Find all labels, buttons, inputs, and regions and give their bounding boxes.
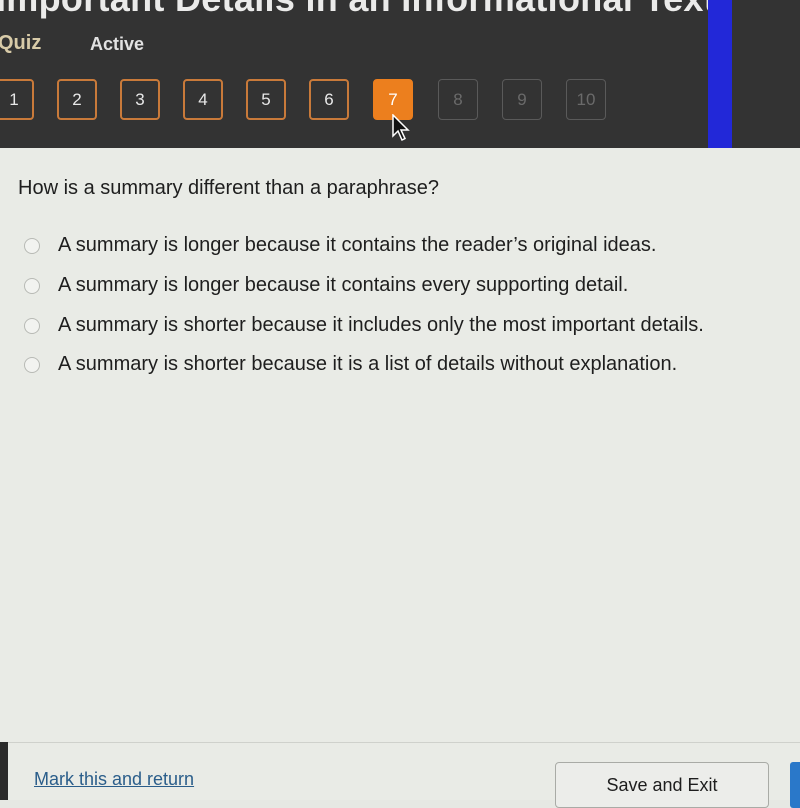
question-number: 7 — [388, 89, 398, 109]
question-nav-8: 8 — [438, 79, 478, 120]
radio-button[interactable] — [24, 237, 40, 254]
window-edge-strip — [708, 0, 732, 148]
question-number: 8 — [453, 89, 463, 109]
radio-button[interactable] — [24, 356, 40, 373]
mark-and-return-link[interactable]: Mark this and return — [34, 769, 194, 790]
radio-button[interactable] — [24, 317, 40, 334]
footer-divider — [0, 742, 800, 743]
status-label: Active — [90, 34, 145, 54]
answer-option-4[interactable]: A summary is shorter because it is a lis… — [24, 353, 677, 376]
question-nav-4[interactable]: 4 — [183, 79, 223, 120]
question-nav-2[interactable]: 2 — [57, 79, 97, 120]
question-number: 6 — [324, 89, 334, 109]
question-nav-3[interactable]: 3 — [120, 79, 160, 120]
question-nav-10: 10 — [566, 79, 606, 120]
question-number: 5 — [261, 89, 271, 109]
question-number: 1 — [9, 89, 19, 109]
question-nav-5[interactable]: 5 — [246, 79, 286, 120]
screen-bezel — [0, 742, 8, 800]
question-number: 10 — [576, 89, 596, 109]
answer-option-3[interactable]: A summary is shorter because it includes… — [24, 314, 704, 337]
next-button[interactable] — [790, 762, 800, 808]
question-nav-9: 9 — [502, 79, 542, 120]
answer-text: A summary is shorter because it includes… — [58, 314, 704, 336]
answer-text: A summary is shorter because it is a lis… — [58, 353, 678, 375]
question-number: 3 — [135, 89, 145, 109]
question-prompt: How is a summary different than a paraph… — [18, 177, 439, 199]
answer-option-2[interactable]: A summary is longer because it contains … — [24, 274, 628, 297]
mouse-cursor-icon — [392, 114, 410, 142]
activity-type-label: Quiz — [0, 32, 42, 54]
save-and-exit-button[interactable]: Save and Exit — [555, 762, 769, 808]
lesson-title: Important Details in an Informational Te… — [0, 0, 716, 20]
answer-text: A summary is longer because it contains … — [58, 274, 629, 296]
question-nav-1[interactable]: 1 — [0, 79, 34, 120]
answer-option-1[interactable]: A summary is longer because it contains … — [24, 234, 656, 257]
radio-button[interactable] — [24, 277, 40, 294]
question-number: 4 — [198, 89, 208, 109]
save-and-exit-label: Save and Exit — [606, 774, 718, 795]
question-number: 2 — [72, 89, 82, 109]
answer-text: A summary is longer because it contains … — [58, 234, 657, 256]
question-nav-6[interactable]: 6 — [309, 79, 349, 120]
question-number: 9 — [517, 89, 527, 109]
